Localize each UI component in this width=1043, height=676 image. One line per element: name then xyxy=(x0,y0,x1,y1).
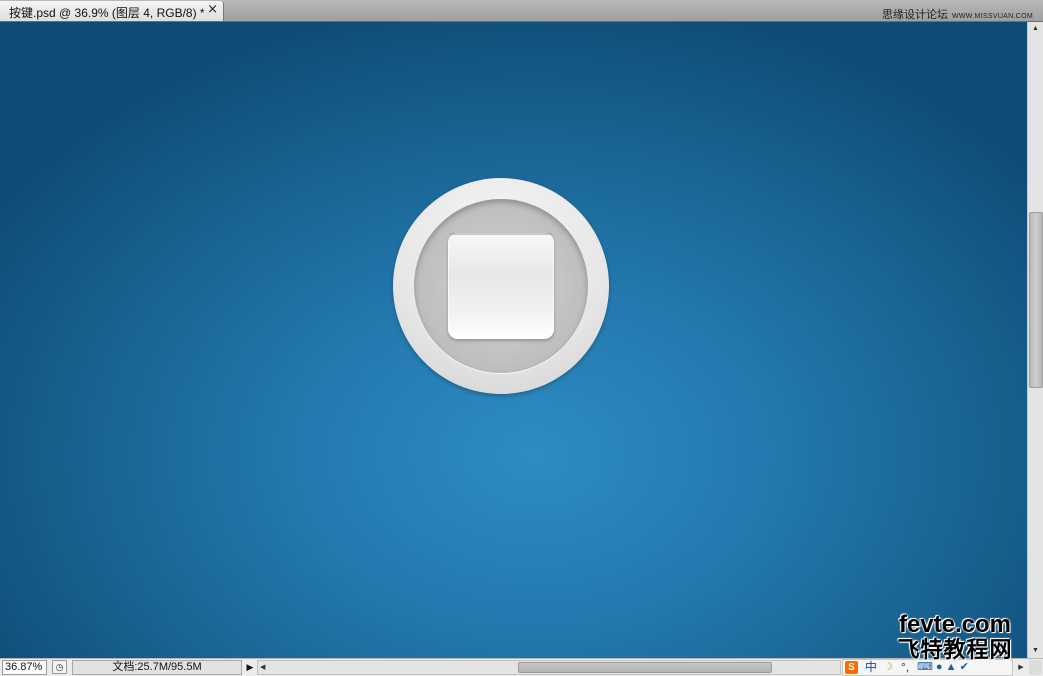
status-info-icon[interactable]: ◷ xyxy=(52,660,67,674)
site-logo-name: 飞特教程网 xyxy=(897,637,1013,662)
zoom-level-field[interactable]: 36.87% xyxy=(2,660,47,675)
vertical-scrollbar[interactable]: ▲ ▼ xyxy=(1027,22,1043,658)
forum-watermark: 思缘设计论坛 WWW.MISSVUAN.COM xyxy=(882,6,1033,22)
status-menu-arrow-icon[interactable]: ▶ xyxy=(243,660,257,675)
document-tab[interactable]: 按键.psd @ 36.9% (图层 4, RGB/8) * × xyxy=(0,1,224,21)
document-tab-bar: 按键.psd @ 36.9% (图层 4, RGB/8) * × 思缘设计论坛 W… xyxy=(0,0,1043,22)
stop-button-graphic-square xyxy=(448,233,554,339)
forum-watermark-name: 思缘设计论坛 xyxy=(881,9,948,21)
horizontal-scroll-thumb[interactable] xyxy=(518,662,772,673)
scroll-left-icon[interactable]: ◀ xyxy=(260,661,265,674)
site-logo-domain: fevte.com xyxy=(898,611,1012,638)
stop-button-graphic-outer-circle xyxy=(393,178,609,394)
document-tab-title: 按键.psd @ 36.9% (图层 4, RGB/8) * xyxy=(9,6,205,20)
forum-watermark-url: WWW.MISSVUAN.COM xyxy=(951,13,1033,20)
site-logo-watermark: fevte.com 飞特教程网 xyxy=(870,612,1040,664)
scroll-up-icon[interactable]: ▲ xyxy=(1028,22,1043,36)
horizontal-scrollbar[interactable]: ◀ xyxy=(257,660,841,675)
document-canvas[interactable] xyxy=(0,22,1027,658)
stop-button-graphic-inner-ring xyxy=(414,199,588,373)
document-size-info: 文档:25.7M/95.5M xyxy=(72,660,242,675)
vertical-scroll-thumb[interactable] xyxy=(1029,212,1043,388)
ime-logo-icon[interactable]: S xyxy=(845,661,858,674)
tab-close-icon[interactable]: × xyxy=(207,3,218,17)
